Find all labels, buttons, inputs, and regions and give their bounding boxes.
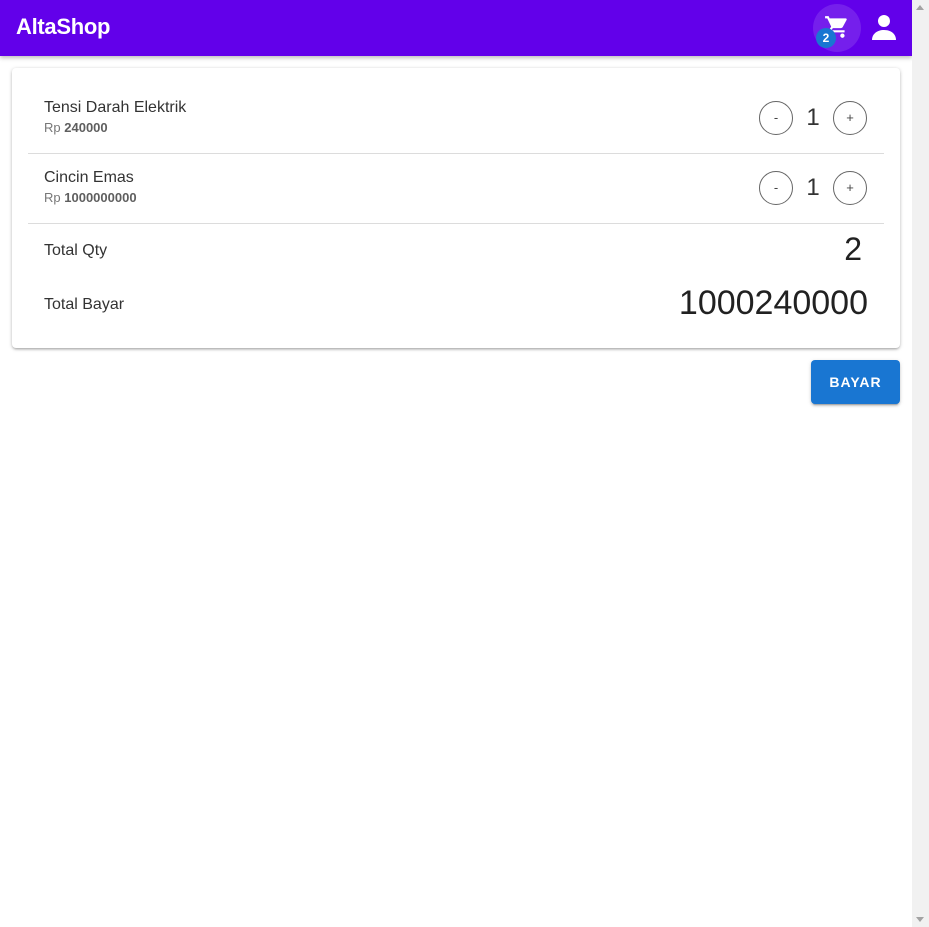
increase-qty-button[interactable]: + xyxy=(833,171,867,205)
user-icon xyxy=(872,15,896,40)
scroll-down-arrow-icon[interactable] xyxy=(916,917,924,922)
price-value: 240000 xyxy=(64,120,108,135)
decrease-qty-button[interactable]: - xyxy=(759,171,793,205)
scroll-up-arrow-icon[interactable] xyxy=(916,5,924,10)
decrease-qty-button[interactable]: - xyxy=(759,101,793,135)
cart-button[interactable]: 2 xyxy=(813,4,861,52)
total-qty-label: Total Qty xyxy=(44,242,108,259)
pay-button[interactable]: BAYAR xyxy=(811,360,900,404)
user-button[interactable] xyxy=(866,8,902,48)
price-value: 1000000000 xyxy=(64,190,137,205)
currency-label: Rp xyxy=(44,120,61,135)
item-name: Tensi Darah Elektrik xyxy=(44,99,187,116)
total-bayar-value: 1000240000 xyxy=(678,284,868,322)
divider xyxy=(28,223,884,224)
item-name: Cincin Emas xyxy=(44,169,134,186)
scrollbar[interactable] xyxy=(912,0,929,927)
cart-card: Tensi Darah Elektrik Rp 240000 - 1 + Cin… xyxy=(12,68,900,348)
currency-label: Rp xyxy=(44,190,61,205)
total-bayar-label: Total Bayar xyxy=(44,296,125,313)
total-qty-value: 2 xyxy=(844,231,862,267)
app-bar: AltaShop 2 xyxy=(0,0,912,56)
cart-item: Cincin Emas Rp 1000000000 - 1 + xyxy=(28,154,884,223)
app-title[interactable]: AltaShop xyxy=(16,14,110,40)
item-price: Rp 240000 xyxy=(44,120,108,135)
increase-qty-button[interactable]: + xyxy=(833,101,867,135)
qty-value: 1 xyxy=(806,104,820,131)
cart-count-badge: 2 xyxy=(816,28,836,48)
cart-item: Tensi Darah Elektrik Rp 240000 - 1 + xyxy=(28,84,884,153)
item-price: Rp 1000000000 xyxy=(44,190,137,205)
qty-value: 1 xyxy=(806,174,820,201)
